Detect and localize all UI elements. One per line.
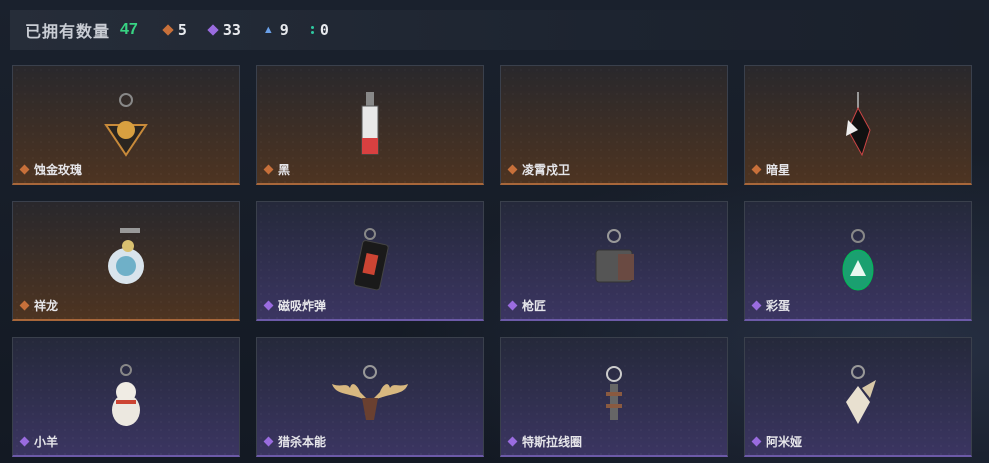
- stat-purple: 33: [207, 21, 241, 39]
- stat-orange: 5: [162, 21, 187, 39]
- pendant-tesla-coil-icon: [606, 366, 622, 420]
- pendant-gunsmith-icon: [595, 229, 634, 283]
- orange-diamond-icon: [751, 164, 762, 175]
- pendant-easter-egg-icon: [842, 229, 874, 291]
- owned-count-total: 47: [120, 21, 138, 38]
- item-name-text: 猎杀本能: [278, 435, 327, 449]
- blue-arrow-icon: ▲: [262, 24, 274, 36]
- item-card[interactable]: 阿米娅: [744, 337, 972, 457]
- purple-diamond-icon: [507, 436, 518, 447]
- stat-green: 0: [310, 21, 329, 39]
- orange-diamond-icon: [162, 24, 174, 36]
- stat-purple-value: 33: [222, 21, 241, 39]
- item-name-text: 磁吸炸弹: [278, 299, 327, 313]
- item-card[interactable]: 小羊: [12, 337, 240, 457]
- item-name: 猎杀本能: [263, 433, 327, 450]
- item-name: 祥龙: [19, 297, 59, 314]
- item-name-text: 蚀金玫瑰: [34, 163, 83, 177]
- collection-header: 已拥有数量 47 5 33 ▲ 9 0: [10, 10, 984, 50]
- item-name: 凌霄戍卫: [507, 161, 571, 178]
- item-name-text: 特斯拉线圈: [522, 435, 583, 449]
- item-card[interactable]: 磁吸炸弹: [256, 201, 484, 321]
- stat-blue-value: 9: [279, 21, 289, 39]
- item-card[interactable]: 猎杀本能: [256, 337, 484, 457]
- item-name-text: 凌霄戍卫: [522, 163, 571, 177]
- item-name-text: 枪匠: [522, 299, 547, 313]
- item-name-text: 暗星: [766, 163, 791, 177]
- purple-diamond-icon: [751, 436, 762, 447]
- purple-diamond-icon: [263, 436, 274, 447]
- pendant-dragon-icon: [108, 228, 144, 284]
- item-name: 小羊: [19, 433, 59, 450]
- item-card[interactable]: 特斯拉线圈: [500, 337, 728, 457]
- item-card[interactable]: 祥龙: [12, 201, 240, 321]
- item-name: 黑: [263, 161, 291, 178]
- item-name: 磁吸炸弹: [263, 297, 327, 314]
- stat-green-value: 0: [319, 21, 329, 39]
- item-name: 彩蛋: [751, 297, 791, 314]
- item-name-text: 小羊: [34, 435, 59, 449]
- item-name: 特斯拉线圈: [507, 433, 583, 450]
- purple-diamond-icon: [263, 300, 274, 311]
- purple-diamond-icon: [507, 300, 518, 311]
- pendant-magnet-bomb-icon: [353, 228, 389, 291]
- item-card[interactable]: 暗星: [744, 65, 972, 185]
- pendant-dark-star-icon: [846, 92, 871, 157]
- pendant-lamb-icon: [112, 364, 140, 426]
- item-name: 枪匠: [507, 297, 547, 314]
- pendant-rose-icon: [104, 93, 148, 157]
- purple-diamond-icon: [19, 436, 30, 447]
- pendant-amiya-icon: [846, 365, 876, 424]
- pendant-grid: 蚀金玫瑰 黑 凌霄戍卫 暗星 祥龙 磁吸炸弹 枪匠 彩蛋 小羊 猎杀本能 特斯拉…: [12, 65, 972, 457]
- item-name-text: 阿米娅: [766, 435, 803, 449]
- orange-diamond-icon: [507, 164, 518, 175]
- item-card[interactable]: 枪匠: [500, 201, 728, 321]
- owned-count-label: 已拥有数量: [25, 24, 111, 41]
- item-name: 蚀金玫瑰: [19, 161, 83, 178]
- stat-blue: ▲ 9: [263, 21, 289, 39]
- item-card[interactable]: 彩蛋: [744, 201, 972, 321]
- item-card[interactable]: 蚀金玫瑰: [12, 65, 240, 185]
- orange-diamond-icon: [263, 164, 274, 175]
- pendant-black-icon: [361, 92, 379, 155]
- item-card[interactable]: 凌霄戍卫: [500, 65, 728, 185]
- orange-diamond-icon: [19, 164, 30, 175]
- purple-diamond-icon: [207, 24, 219, 36]
- green-dots-icon: [310, 26, 314, 34]
- stat-orange-value: 5: [177, 21, 187, 39]
- purple-diamond-icon: [751, 300, 762, 311]
- item-name-text: 黑: [278, 163, 291, 177]
- item-card[interactable]: 黑: [256, 65, 484, 185]
- item-name-text: 彩蛋: [766, 299, 791, 313]
- orange-diamond-icon: [19, 300, 30, 311]
- item-name-text: 祥龙: [34, 299, 59, 313]
- item-name: 阿米娅: [751, 433, 803, 450]
- item-name: 暗星: [751, 161, 791, 178]
- pendant-antlers-icon: [332, 365, 408, 420]
